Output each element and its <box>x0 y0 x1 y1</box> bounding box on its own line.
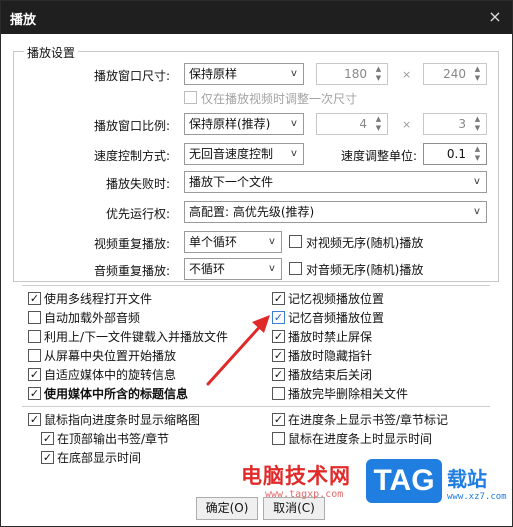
tag-logo-suffix: 载站 <box>447 467 487 491</box>
annotation-arrow <box>206 315 270 386</box>
watermark-site: 电脑技术网 <box>241 464 351 488</box>
ok-button[interactable]: 确定(O) <box>196 497 258 520</box>
tag-logo: TAG <box>366 459 442 503</box>
cancel-button[interactable]: 取消(C) <box>263 497 325 520</box>
watermark-small-url: www.xz7.com <box>447 492 507 502</box>
watermark-url: www.tagxp.com <box>265 489 344 500</box>
